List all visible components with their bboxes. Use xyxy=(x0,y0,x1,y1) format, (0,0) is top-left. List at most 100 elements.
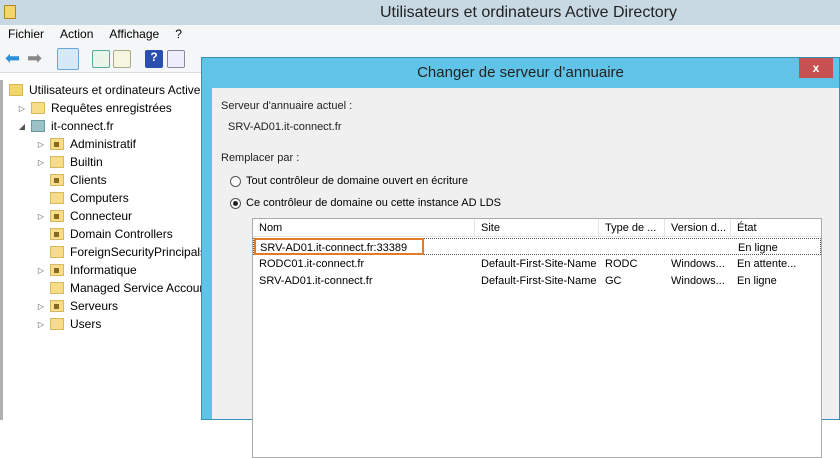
ou-icon xyxy=(50,210,64,222)
list-row[interactable]: SRV-AD01.it-connect.fr:33389 En ligne xyxy=(253,238,821,255)
current-server-label: Serveur d'annuaire actuel : xyxy=(221,100,353,112)
cell: Windows... xyxy=(671,275,725,287)
tree-item-label: Connecteur xyxy=(70,209,133,223)
tree-item[interactable]: ▷ Informatique xyxy=(36,261,137,279)
cell: GC xyxy=(605,275,622,287)
ou-icon xyxy=(50,138,64,150)
cell: RODC xyxy=(605,258,638,270)
app-icon xyxy=(4,5,16,19)
radio-circle-selected xyxy=(230,197,241,209)
dc-list[interactable]: Nom Site Type de ... Version d... État S… xyxy=(252,218,822,458)
cell: Windows... xyxy=(671,258,725,270)
close-button[interactable]: x xyxy=(799,58,833,78)
ou-icon xyxy=(50,228,64,240)
window-titlebar: Utilisateurs et ordinateurs Active Direc… xyxy=(0,0,840,25)
expand-icon[interactable]: ▷ xyxy=(36,320,46,329)
tree-item-label: Informatique xyxy=(70,263,137,277)
expand-icon[interactable]: ▷ xyxy=(17,104,27,113)
tree-item-label: Requêtes enregistrées xyxy=(51,101,172,115)
refresh-icon[interactable] xyxy=(92,50,110,68)
collapse-icon[interactable]: ◢ xyxy=(17,122,27,131)
expand-icon[interactable]: ▷ xyxy=(36,302,46,311)
radio-circle xyxy=(230,175,241,187)
radio-label: Tout contrôleur de domaine ouvert en écr… xyxy=(246,175,468,187)
tree-item-label: Builtin xyxy=(70,155,103,169)
tree-item[interactable]: Managed Service Accoun xyxy=(36,279,206,297)
tree-item[interactable]: Domain Controllers xyxy=(36,225,173,243)
action-pane-icon[interactable] xyxy=(167,50,185,68)
ou-icon xyxy=(50,264,64,276)
back-icon[interactable]: ⬅ xyxy=(5,49,23,68)
tree-item-label: Computers xyxy=(70,191,129,205)
current-server-value: SRV-AD01.it-connect.fr xyxy=(228,121,342,133)
tree-item-label: Domain Controllers xyxy=(70,227,173,241)
console-tree-icon[interactable] xyxy=(57,48,79,70)
ou-icon xyxy=(50,174,64,186)
menu-bar: Fichier Action Affichage ? xyxy=(0,25,840,45)
folder-icon xyxy=(50,156,64,168)
list-header: Nom Site Type de ... Version d... État xyxy=(253,219,821,237)
folder-icon xyxy=(31,102,45,114)
radio-this-dc[interactable]: Ce contrôleur de domaine ou cette instan… xyxy=(230,197,501,209)
col-site[interactable]: Site xyxy=(475,219,599,237)
tree-item-label: it-connect.fr xyxy=(51,119,114,133)
change-directory-server-dialog: Changer de serveur d’annuaire x Serveur … xyxy=(201,57,840,458)
expand-icon[interactable]: ▷ xyxy=(36,158,46,167)
tree-item-label: Administratif xyxy=(70,137,137,151)
expand-icon[interactable]: ▷ xyxy=(36,212,46,221)
tree-item[interactable]: ▷ Requêtes enregistrées xyxy=(17,99,172,117)
cell: RODC01.it-connect.fr xyxy=(259,258,365,270)
tree-root-label: Utilisateurs et ordinateurs Active xyxy=(29,83,201,97)
menu-action[interactable]: Action xyxy=(52,25,101,45)
console-tree: Utilisateurs et ordinateurs Active ▷ Requ… xyxy=(0,80,206,420)
cell: Default-First-Site-Name xyxy=(481,258,597,270)
tree-item[interactable]: Clients xyxy=(36,171,107,189)
list-row[interactable]: SRV-AD01.it-connect.fr Default-First-Site… xyxy=(253,272,821,289)
radio-any-writable-dc[interactable]: Tout contrôleur de domaine ouvert en écr… xyxy=(230,175,468,187)
domain-icon xyxy=(31,120,45,132)
expand-icon[interactable]: ▷ xyxy=(36,140,46,149)
folder-icon xyxy=(50,282,64,294)
expand-icon[interactable]: ▷ xyxy=(36,266,46,275)
folder-icon xyxy=(50,192,64,204)
window-title: Utilisateurs et ordinateurs Active Direc… xyxy=(380,4,677,21)
col-etat[interactable]: État xyxy=(731,219,821,237)
tree-item-label: Users xyxy=(70,317,102,331)
tree-item[interactable]: ▷ Users xyxy=(36,315,101,333)
folder-icon xyxy=(50,318,64,330)
tree-item[interactable]: ▷ Connecteur xyxy=(36,207,132,225)
dialog-title: Changer de serveur d’annuaire xyxy=(417,64,624,81)
tree-item-label: Managed Service Accoun xyxy=(70,281,207,295)
tree-item[interactable]: ▷ Builtin xyxy=(36,153,103,171)
tree-item-label: ForeignSecurityPrincipals xyxy=(70,245,207,259)
export-icon[interactable] xyxy=(113,50,131,68)
cell: SRV-AD01.it-connect.fr:33389 xyxy=(260,242,408,254)
menu-affichage[interactable]: Affichage xyxy=(101,25,167,45)
list-row[interactable]: RODC01.it-connect.fr Default-First-Site-N… xyxy=(253,255,821,272)
snapin-icon xyxy=(9,84,23,96)
replace-label: Remplacer par : xyxy=(221,152,300,164)
cell: En ligne xyxy=(738,242,778,254)
folder-icon xyxy=(50,246,64,258)
radio-label: Ce contrôleur de domaine ou cette instan… xyxy=(246,197,501,209)
cell: En attente... xyxy=(737,258,797,270)
tree-item[interactable]: ▷ Administratif xyxy=(36,135,136,153)
help-icon[interactable]: ? xyxy=(145,50,163,68)
col-version[interactable]: Version d... xyxy=(665,219,731,237)
tree-item[interactable]: Computers xyxy=(36,189,129,207)
tree-item[interactable]: ◢ it-connect.fr xyxy=(17,117,114,135)
menu-fichier[interactable]: Fichier xyxy=(0,25,52,45)
cell: Default-First-Site-Name xyxy=(481,275,597,287)
menu-help[interactable]: ? xyxy=(167,25,190,45)
col-nom[interactable]: Nom xyxy=(253,219,475,237)
ou-icon xyxy=(50,300,64,312)
tree-root[interactable]: Utilisateurs et ordinateurs Active xyxy=(9,81,200,99)
tree-item[interactable]: ▷ Serveurs xyxy=(36,297,118,315)
tree-item-label: Clients xyxy=(70,173,107,187)
cell: En ligne xyxy=(737,275,777,287)
forward-icon[interactable]: ➡ xyxy=(27,49,45,68)
cell: SRV-AD01.it-connect.fr xyxy=(259,275,373,287)
col-type[interactable]: Type de ... xyxy=(599,219,665,237)
tree-item-label: Serveurs xyxy=(70,299,119,313)
tree-item[interactable]: ForeignSecurityPrincipals xyxy=(36,243,206,261)
